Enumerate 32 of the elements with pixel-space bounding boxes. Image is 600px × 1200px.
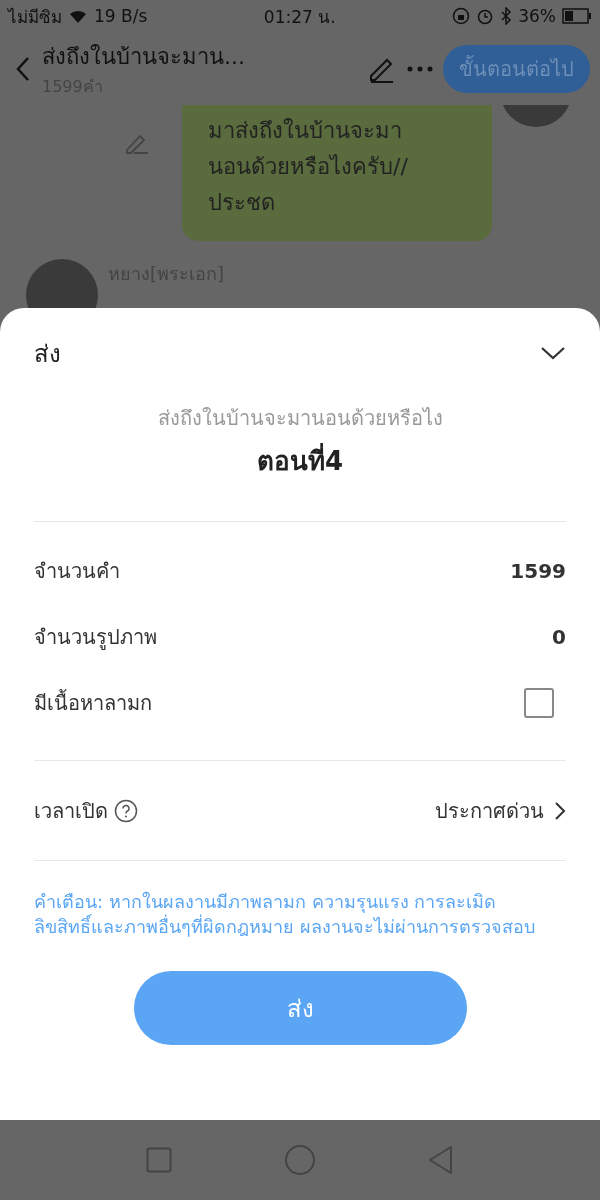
message-text: มาส่งถึงในบ้านจะมา นอนด้วยหรือไงครับ// ประชด: [208, 118, 408, 215]
warning-text: คำเตือน: หากในผลงานมีภาพลามก ความรุนแรง การละเมิดลิขสิทธิ์และภาพอื่นๆที่ผิดกฎหมาย ผลงานจะไม่ผ่านการตรวจสอบ: [34, 890, 536, 939]
home-icon[interactable]: [284, 1144, 316, 1176]
battery-percent: 36%: [518, 6, 556, 26]
row-value: 1599: [510, 559, 566, 583]
wifi-icon: [68, 8, 88, 24]
network-speed: 19 B/s: [94, 6, 148, 26]
row-label: เวลาเปิด: [34, 797, 108, 825]
bluetooth-icon: [500, 7, 513, 25]
carrier-text: ไม่มีซิม: [8, 5, 62, 29]
story-title: ส่งถึงในบ้านจะมานอนด้วยหรือไง: [157, 405, 443, 432]
chevron-down-icon[interactable]: [540, 345, 566, 361]
next-step-button[interactable]: ขั้นตอนต่อไป: [443, 44, 590, 93]
alarm-icon: [476, 7, 495, 25]
chevron-right-icon: [554, 800, 566, 821]
help-icon[interactable]: [114, 798, 138, 823]
chapter-name: ตอนที่4: [256, 440, 344, 481]
adult-content-checkbox[interactable]: [524, 688, 554, 718]
battery-icon: [562, 8, 592, 24]
chapter-title: ส่งถึงในบ้านจะมาน...: [42, 42, 246, 71]
more-icon[interactable]: [407, 65, 433, 72]
sheet-title: ส่ง: [34, 338, 61, 370]
square-icon[interactable]: [146, 1147, 172, 1173]
clock: 01:27 น.: [263, 5, 336, 29]
row-label: จำนวนรูปภาพ: [34, 624, 157, 652]
submit-button[interactable]: ส่ง: [133, 971, 467, 1045]
row-label: จำนวนคำ: [34, 558, 120, 585]
row-label: มีเนื้อหาลามก: [34, 688, 152, 717]
row-value: 0: [552, 625, 566, 649]
back-triangle-icon[interactable]: [428, 1145, 454, 1175]
back-icon[interactable]: [14, 55, 32, 82]
open-time-link[interactable]: ประกาศด่วน: [435, 794, 566, 827]
